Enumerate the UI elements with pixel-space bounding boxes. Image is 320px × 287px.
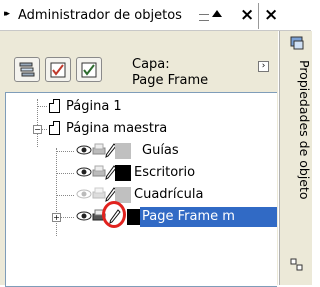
tree-item-label: Página maestra xyxy=(66,121,168,136)
tree-item-escritorio[interactable]: Escritorio xyxy=(6,162,277,184)
tree-item-label: Page Frame m xyxy=(142,209,235,224)
edit-across-layers-icon xyxy=(50,62,66,78)
show-object-properties-button[interactable] xyxy=(14,57,40,82)
printer-icon[interactable] xyxy=(92,143,106,157)
page-icon xyxy=(49,121,60,135)
tree-item-pagina-maestra[interactable]: − Página maestra xyxy=(6,118,277,140)
docker-title: Administrador de objetos xyxy=(18,8,182,23)
tree-item-cuadricula[interactable]: Cuadrícula xyxy=(6,184,277,206)
layer-manager-view-button[interactable] xyxy=(76,57,102,82)
object-tree: Página 1 − Página maestra Guías Escritor… xyxy=(5,92,277,287)
current-layer-info: Capa: Page Frame xyxy=(132,57,208,89)
tree-connector xyxy=(56,173,74,174)
expand-icon[interactable]: + xyxy=(52,213,61,222)
layer-color-swatch[interactable] xyxy=(115,165,131,181)
layer-manager-view-icon xyxy=(81,62,97,78)
tree-connector xyxy=(42,129,47,130)
tree-item-pagina-1[interactable]: Página 1 xyxy=(6,96,277,118)
printer-icon[interactable] xyxy=(92,165,106,179)
close-docker-button[interactable]: × xyxy=(240,5,254,25)
docker-menu-arrow-icon[interactable]: ▸▸ xyxy=(4,9,10,19)
layer-menu-arrow-icon[interactable]: › xyxy=(258,61,269,72)
close-adjacent-docker-button[interactable]: × xyxy=(264,5,278,25)
tree-item-page-frame[interactable]: + Page Frame m xyxy=(6,201,277,228)
collapse-icon[interactable]: − xyxy=(33,125,42,134)
object-manager-tab-icon[interactable] xyxy=(289,35,305,51)
edit-across-layers-button[interactable] xyxy=(45,57,71,82)
tree-item-label: Escritorio xyxy=(134,165,196,180)
layer-value: Page Frame xyxy=(132,73,209,88)
tree-connector xyxy=(56,151,74,152)
grip-icon[interactable] xyxy=(199,14,209,21)
printer-icon[interactable] xyxy=(92,187,106,201)
eye-icon[interactable] xyxy=(76,143,92,157)
layer-color-swatch[interactable] xyxy=(115,143,131,159)
tree-connector xyxy=(61,217,74,218)
page-icon xyxy=(49,99,60,113)
layer-label: Capa: xyxy=(132,57,170,72)
collapse-up-icon[interactable] xyxy=(212,10,222,17)
eye-icon[interactable] xyxy=(76,165,92,179)
highlight-circle xyxy=(102,201,126,228)
tree-item-label: Cuadrícula xyxy=(134,187,204,202)
titlebar-divider xyxy=(258,3,259,29)
properties-tab[interactable]: Propiedades de objeto xyxy=(297,60,312,200)
show-object-properties-icon xyxy=(19,62,35,77)
eye-icon[interactable] xyxy=(76,209,92,223)
docker-titlebar: ▸▸ Administrador de objetos × × xyxy=(0,0,311,31)
tree-item-label: Página 1 xyxy=(66,99,122,114)
eye-icon[interactable] xyxy=(76,187,92,201)
tree-connector xyxy=(56,195,74,196)
tree-item-guias[interactable]: Guías xyxy=(6,140,277,162)
tree-connector xyxy=(37,106,47,107)
tree-item-label: Guías xyxy=(142,143,179,158)
object-data-tab-icon[interactable] xyxy=(289,257,305,273)
